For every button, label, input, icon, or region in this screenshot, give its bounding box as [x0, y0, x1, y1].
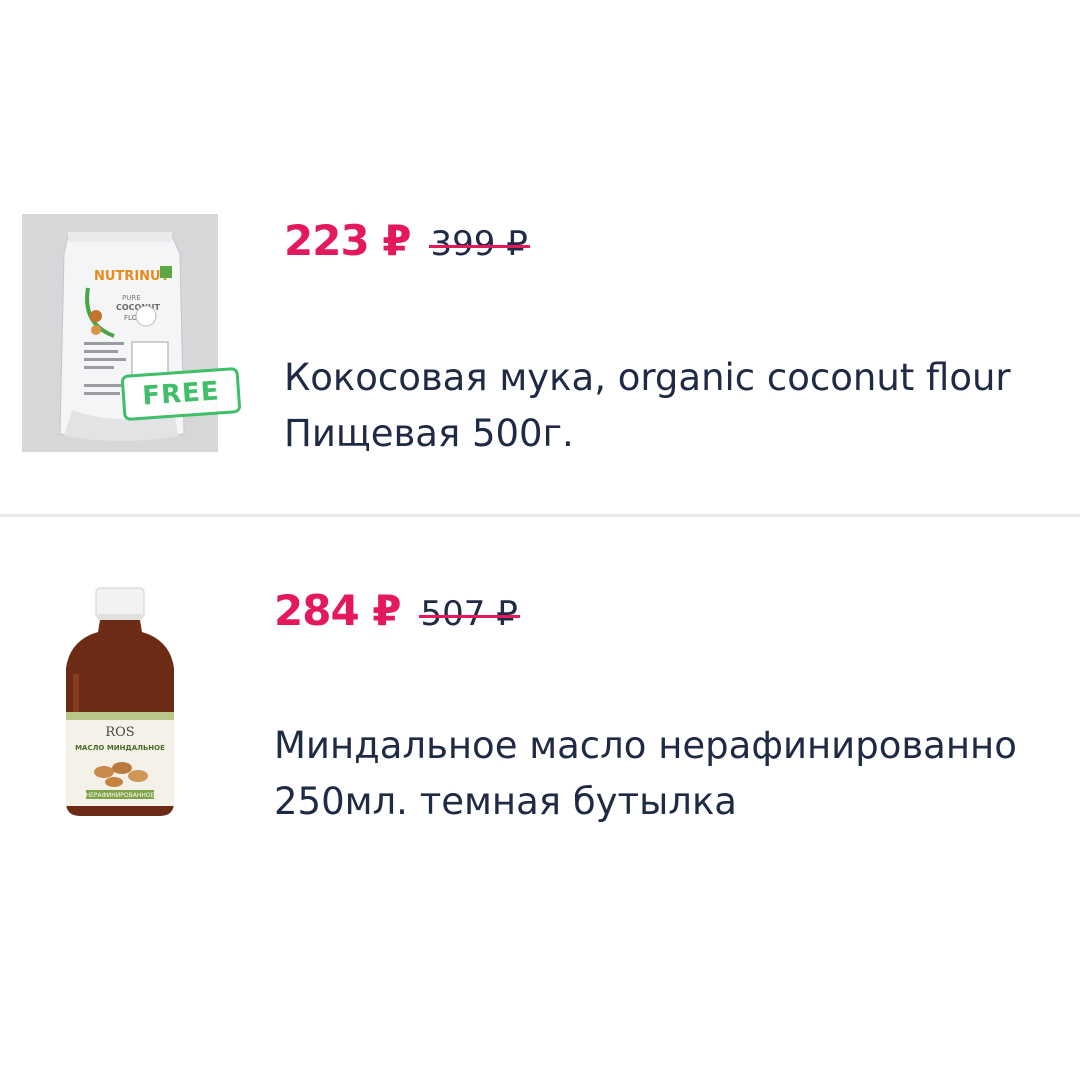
- product-title[interactable]: Миндальное масло нерафинированно 250мл. …: [274, 718, 1017, 830]
- discount-price: 223 ₽: [284, 216, 412, 265]
- price-row: 284 ₽ 507 ₽: [274, 586, 521, 635]
- divider: [0, 514, 1080, 517]
- product-title-line: Миндальное масло нерафинированно: [274, 724, 1017, 767]
- discount-price: 284 ₽: [274, 586, 402, 635]
- original-price: 399 ₽: [428, 224, 531, 264]
- svg-text:ROS: ROS: [105, 725, 134, 740]
- product-list-page: NUTRINUT PURE COCONUT FLOUR 223 ₽ 399 ₽ …: [0, 0, 1080, 1080]
- svg-text:NUTRINUT: NUTRINUT: [94, 269, 170, 284]
- svg-text:НЕРАФИНИРОВАННОЕ: НЕРАФИНИРОВАННОЕ: [86, 792, 155, 799]
- almond-oil-bottle-image: ROS МАСЛО МИНДАЛЬНОЕ НЕРАФИНИРОВАННОЕ: [66, 587, 174, 816]
- product-image-almond-oil[interactable]: ROS МАСЛО МИНДАЛЬНОЕ НЕРАФИНИРОВАННОЕ: [56, 584, 186, 820]
- product-card-coconut-flour[interactable]: NUTRINUT PURE COCONUT FLOUR 223 ₽ 399 ₽ …: [0, 200, 1080, 470]
- product-title[interactable]: Кокосовая мука, organic coconut flour Пи…: [284, 350, 1011, 462]
- svg-text:PURE: PURE: [122, 294, 141, 302]
- product-card-almond-oil[interactable]: ROS МАСЛО МИНДАЛЬНОЕ НЕРАФИНИРОВАННОЕ 28…: [0, 570, 1080, 850]
- product-title-line: Кокосовая мука, organic coconut flour: [284, 356, 1011, 399]
- svg-text:МАСЛО МИНДАЛЬНОЕ: МАСЛО МИНДАЛЬНОЕ: [75, 744, 165, 752]
- product-title-line: 250мл. темная бутылка: [274, 780, 737, 823]
- price-row: 223 ₽ 399 ₽: [284, 216, 531, 265]
- free-badge: FREE: [120, 366, 242, 422]
- product-title-line: Пищевая 500г.: [284, 412, 574, 455]
- original-price: 507 ₽: [418, 594, 521, 634]
